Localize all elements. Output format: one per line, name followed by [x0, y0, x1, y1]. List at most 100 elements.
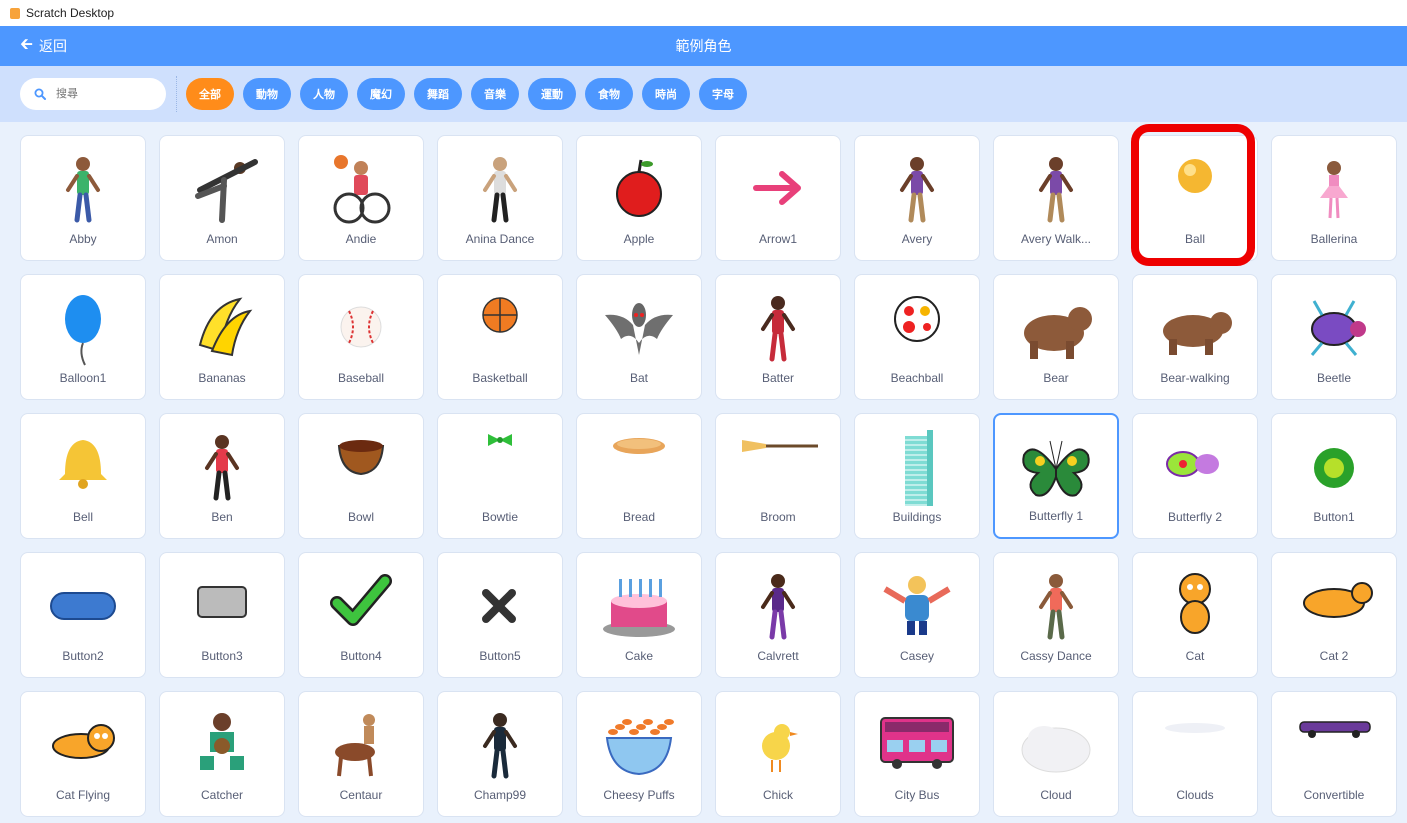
ball-icon	[1178, 159, 1212, 193]
sprite-card-bowl[interactable]: Bowl	[298, 413, 424, 539]
sprite-card-baseball[interactable]: Baseball	[298, 274, 424, 400]
sprite-card-convertible[interactable]: Convertible	[1271, 691, 1397, 817]
sprite-card-calvrett[interactable]: Calvrett	[715, 552, 841, 678]
sprite-card-cat-flying[interactable]: Cat Flying	[20, 691, 146, 817]
tag-button[interactable]: 時尚	[642, 78, 690, 110]
sprite-card-ben[interactable]: Ben	[159, 413, 285, 539]
sprite-card-batter[interactable]: Batter	[715, 274, 841, 400]
sprite-card-abby[interactable]: Abby	[20, 135, 146, 261]
sprite-card-cassy-dance[interactable]: Cassy Dance	[993, 552, 1119, 678]
sprite-card-bell[interactable]: Bell	[20, 413, 146, 539]
sprite-card-butterfly1[interactable]: Butterfly 1	[993, 413, 1119, 539]
sprite-card-city-bus[interactable]: City Bus	[854, 691, 980, 817]
andie-icon	[333, 155, 391, 224]
sprite-card-anina-dance[interactable]: Anina Dance	[437, 135, 563, 261]
sprite-thumbnail	[577, 700, 701, 788]
cake-icon	[603, 579, 675, 637]
sprite-thumbnail	[160, 561, 284, 649]
sprite-card-button3[interactable]: Button3	[159, 552, 285, 678]
sprite-card-beachball[interactable]: Beachball	[854, 274, 980, 400]
sprite-card-broom[interactable]: Broom	[715, 413, 841, 539]
apple-icon	[616, 159, 662, 217]
sprite-name: Anina Dance	[465, 232, 535, 246]
sprite-card-bear[interactable]: Bear	[993, 274, 1119, 400]
champ99-icon	[483, 713, 517, 779]
sprite-card-bat[interactable]: Bat	[576, 274, 702, 400]
sprite-card-button4[interactable]: Button4	[298, 552, 424, 678]
sprite-thumbnail	[855, 144, 979, 232]
sprite-card-cheesy-puffs[interactable]: Cheesy Puffs	[576, 691, 702, 817]
bread-icon	[613, 438, 665, 454]
tag-button[interactable]: 食物	[585, 78, 633, 110]
casey-icon	[883, 576, 951, 635]
sprite-thumbnail	[160, 283, 284, 371]
sprite-thumbnail	[438, 283, 562, 371]
sprite-card-avery-walking[interactable]: Avery Walk...	[993, 135, 1119, 261]
sprite-thumbnail	[716, 144, 840, 232]
sprite-card-bread[interactable]: Bread	[576, 413, 702, 539]
sprite-name: Avery	[901, 232, 933, 246]
tag-button[interactable]: 舞蹈	[414, 78, 462, 110]
tag-button[interactable]: 動物	[243, 78, 291, 110]
sprite-card-catcher[interactable]: Catcher	[159, 691, 285, 817]
sprite-name: Buildings	[892, 510, 942, 524]
sprite-card-buildings[interactable]: Buildings	[854, 413, 980, 539]
tag-button[interactable]: 人物	[300, 78, 348, 110]
sprite-thumbnail	[160, 144, 284, 232]
sprite-thumbnail	[855, 700, 979, 788]
sprite-card-casey[interactable]: Casey	[854, 552, 980, 678]
sprite-name: Broom	[760, 510, 796, 524]
sprite-card-champ99[interactable]: Champ99	[437, 691, 563, 817]
sprite-card-andie[interactable]: Andie	[298, 135, 424, 261]
sprite-card-butterfly2[interactable]: Butterfly 2	[1132, 413, 1258, 539]
sprite-card-cloud[interactable]: Cloud	[993, 691, 1119, 817]
sprite-name: Beetle	[1316, 371, 1352, 385]
sprite-card-bananas[interactable]: Bananas	[159, 274, 285, 400]
sprite-name: Arrow1	[758, 232, 797, 246]
sprite-thumbnail	[994, 144, 1118, 232]
sprite-thumbnail	[438, 700, 562, 788]
bell-icon	[59, 440, 107, 489]
tag-button[interactable]: 音樂	[471, 78, 519, 110]
sprite-card-cat[interactable]: Cat	[1132, 552, 1258, 678]
bowl-icon	[337, 440, 385, 476]
sprite-name: Clouds	[1176, 788, 1214, 802]
sprite-card-cat2[interactable]: Cat 2	[1271, 552, 1397, 678]
sprite-card-bowtie[interactable]: Bowtie	[437, 413, 563, 539]
sprite-card-amon[interactable]: Amon	[159, 135, 285, 261]
tag-button[interactable]: 字母	[699, 78, 747, 110]
sprite-card-clouds[interactable]: Clouds	[1132, 691, 1258, 817]
sprite-card-basketball[interactable]: Basketball	[437, 274, 563, 400]
sprite-card-centaur[interactable]: Centaur	[298, 691, 424, 817]
sprite-card-balloon[interactable]: Balloon1	[20, 274, 146, 400]
tag-button[interactable]: 魔幻	[357, 78, 405, 110]
centaur-icon	[335, 714, 375, 777]
tag-button[interactable]: 全部	[186, 78, 234, 110]
sprite-card-cake[interactable]: Cake	[576, 552, 702, 678]
sprite-card-beetle[interactable]: Beetle	[1271, 274, 1397, 400]
balloon-icon	[65, 295, 101, 366]
button1-icon	[1314, 448, 1354, 488]
sprite-thumbnail	[577, 283, 701, 371]
sprite-name: Catcher	[200, 788, 244, 802]
sprite-thumbnail	[21, 283, 145, 371]
sprite-card-button1[interactable]: Button1	[1271, 413, 1397, 539]
baseball-icon	[340, 306, 382, 348]
tag-button[interactable]: 運動	[528, 78, 576, 110]
sprite-card-bear-walking[interactable]: Bear-walking	[1132, 274, 1258, 400]
sprite-card-apple[interactable]: Apple	[576, 135, 702, 261]
sprite-card-ball[interactable]: Ball	[1132, 135, 1258, 261]
search-box[interactable]	[20, 78, 166, 110]
sprite-card-arrow[interactable]: Arrow1	[715, 135, 841, 261]
sprite-name: Cake	[624, 649, 653, 663]
cat-icon	[1179, 573, 1211, 634]
sprite-card-button5[interactable]: Button5	[437, 552, 563, 678]
sprite-card-button2[interactable]: Button2	[20, 552, 146, 678]
sprite-name: Ballerina	[1310, 232, 1358, 246]
sprite-thumbnail	[438, 144, 562, 232]
sprite-card-ballerina[interactable]: Ballerina	[1271, 135, 1397, 261]
sprite-card-avery[interactable]: Avery	[854, 135, 980, 261]
batter-icon	[761, 296, 795, 362]
search-input[interactable]	[54, 87, 158, 101]
sprite-card-chick[interactable]: Chick	[715, 691, 841, 817]
